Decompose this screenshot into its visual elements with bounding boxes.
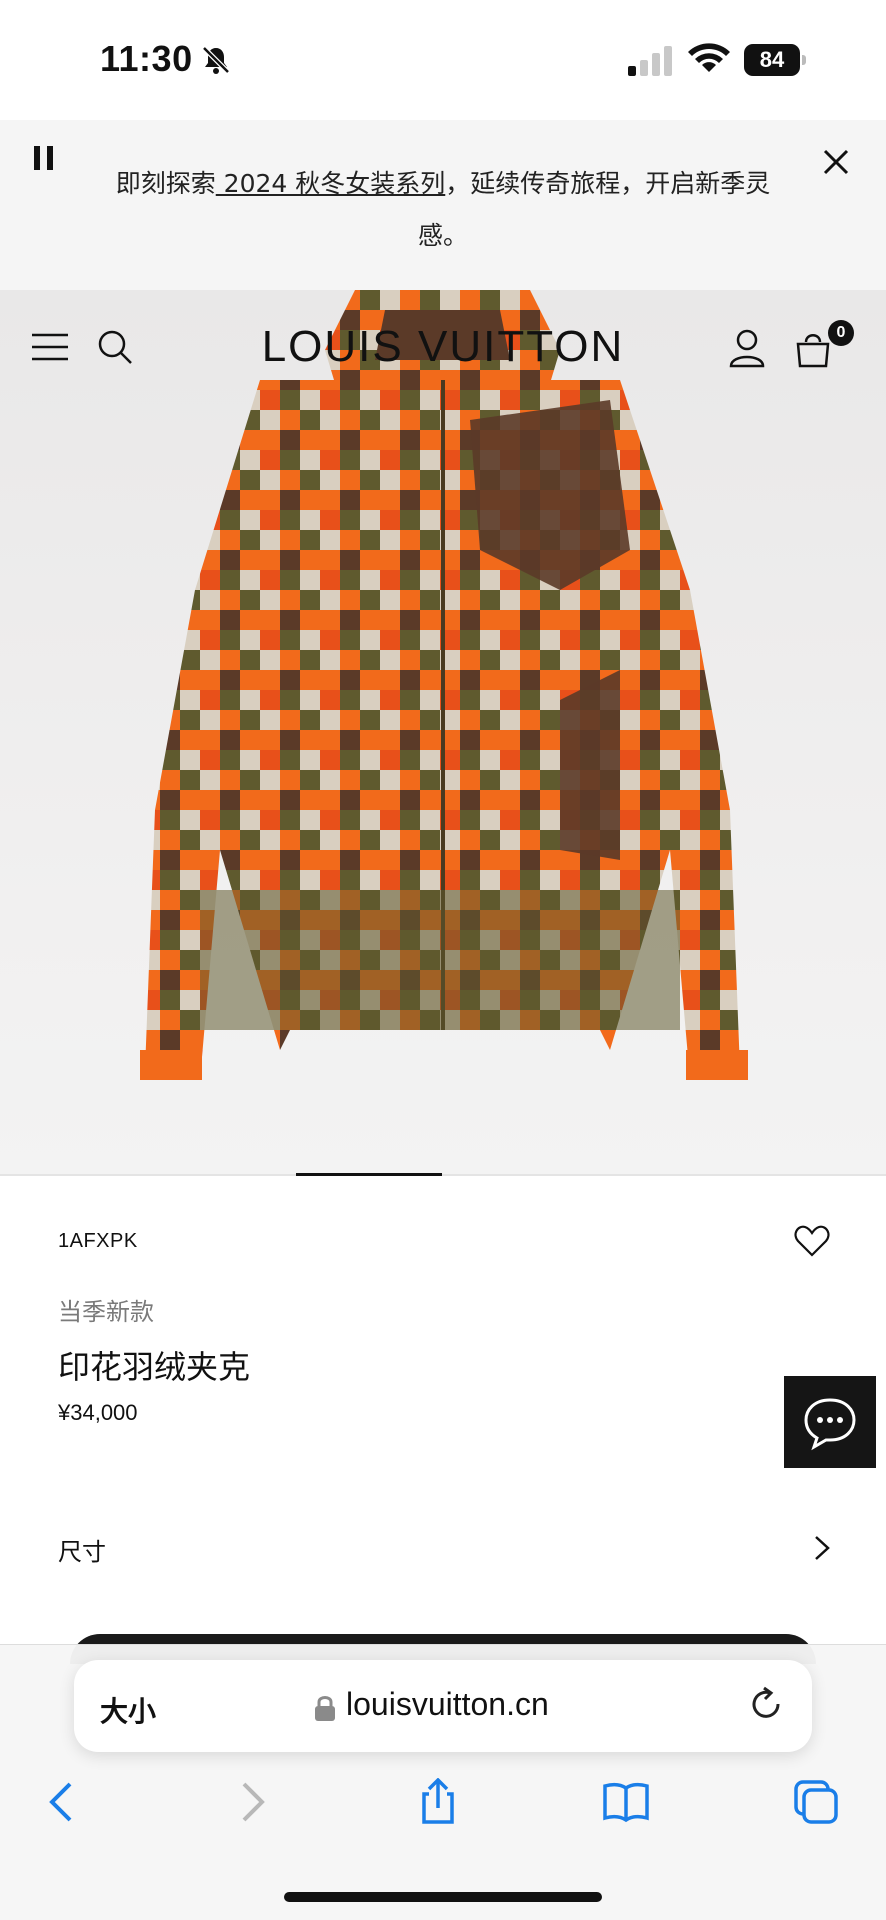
product-image[interactable] [0, 290, 886, 1175]
jacket-image [140, 290, 748, 1080]
bookmarks-icon[interactable] [602, 1778, 650, 1826]
search-icon[interactable] [96, 328, 134, 366]
reload-icon[interactable] [748, 1686, 784, 1722]
text-size-button[interactable]: 大小 [100, 1690, 156, 1730]
product-price: ¥34,000 [58, 1400, 138, 1425]
battery-level: 84 [744, 44, 800, 76]
home-indicator [284, 1892, 602, 1902]
size-label: 尺寸 [58, 1538, 106, 1566]
status-bar: 11:30 84 [0, 0, 886, 120]
banner-message: 即刻探索 2024 秋冬女装系列，延续传奇旅程，开启新季灵感。 [100, 158, 786, 262]
battery-icon: 84 [744, 44, 806, 76]
url-text[interactable]: louisvuitton.cn [346, 1686, 549, 1723]
chat-button[interactable] [784, 1376, 876, 1468]
tabs-icon[interactable] [792, 1778, 840, 1826]
lock-icon [315, 1696, 335, 1721]
product-sku: 1AFXPK [58, 1230, 138, 1252]
product-tag: 当季新款 [58, 1298, 154, 1326]
battery-cap [802, 55, 806, 65]
bag-count-badge: 0 [828, 320, 854, 346]
forward-icon[interactable] [228, 1778, 276, 1826]
chevron-right-icon [815, 1536, 830, 1560]
menu-icon[interactable] [32, 332, 68, 362]
bell-slash-icon [202, 46, 230, 74]
pause-icon[interactable] [34, 146, 54, 170]
status-time: 11:30 [100, 38, 193, 79]
shopping-bag-icon[interactable] [794, 328, 832, 368]
wifi-icon [688, 43, 730, 72]
brand-logo[interactable]: LOUIS VUITTON [260, 322, 626, 372]
carousel-indicator [296, 1173, 442, 1176]
back-icon[interactable] [38, 1778, 86, 1826]
share-icon[interactable] [414, 1778, 462, 1826]
signal-icon [628, 46, 672, 76]
close-icon[interactable] [820, 146, 852, 178]
carousel-track [0, 1174, 886, 1176]
banner-text-before: 即刻探索 [115, 169, 216, 198]
banner-link[interactable]: 2024 秋冬女装系列 [216, 169, 446, 198]
heart-icon[interactable] [794, 1224, 830, 1258]
product-name: 印花羽绒夹克 [58, 1348, 251, 1386]
banner-text-after: ，延续传奇旅程，开启新季灵感。 [417, 169, 771, 250]
account-icon[interactable] [728, 328, 766, 368]
chat-bubble-icon [804, 1398, 856, 1451]
size-selector[interactable]: 尺寸 [0, 1510, 886, 1586]
